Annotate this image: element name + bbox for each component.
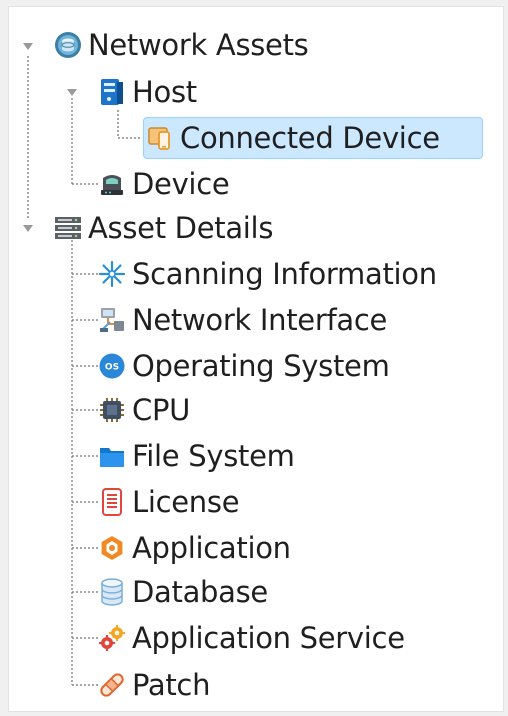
folder-icon (98, 442, 126, 470)
tree-node-network-interface[interactable]: Network Interface (98, 300, 387, 340)
application-gear-icon (98, 534, 126, 562)
os-icon: OS (98, 352, 126, 380)
tree-node-database[interactable]: Database (98, 572, 268, 612)
tree-node-label: Network Assets (88, 28, 309, 62)
license-document-icon (98, 488, 126, 516)
tree-node-label: Scanning Information (132, 257, 437, 291)
tree-node-label: Operating System (132, 349, 390, 383)
patch-bandage-icon (98, 671, 126, 699)
tree-node-label: Application (132, 531, 291, 565)
tree-node-label: File System (132, 439, 295, 473)
tree-node-label: Connected Device (180, 121, 440, 155)
svg-text:OS: OS (105, 363, 119, 373)
tree-node-license[interactable]: License (98, 482, 240, 522)
server-rack-icon (54, 214, 82, 242)
tree-node-label: Database (132, 575, 268, 609)
database-icon (98, 578, 126, 606)
scan-star-icon (98, 260, 126, 288)
tree-node-device[interactable]: Device (98, 164, 230, 204)
tree-node-application[interactable]: Application (98, 528, 291, 568)
tree-node-patch[interactable]: Patch (98, 665, 210, 705)
service-gears-icon (98, 624, 126, 652)
tree-node-host[interactable]: Host (98, 72, 197, 112)
expand-asset-details-toggle[interactable] (20, 220, 36, 236)
server-icon (98, 78, 126, 106)
network-interface-icon (98, 306, 126, 334)
tree-node-connected-device[interactable]: Connected Device (143, 117, 483, 159)
devices-icon (146, 124, 174, 152)
tree-node-application-service[interactable]: Application Service (98, 618, 405, 658)
tree-node-asset-details[interactable]: Asset Details (54, 208, 273, 248)
chevron-down-icon (23, 225, 33, 232)
database-globe-icon (54, 31, 82, 59)
expand-host-toggle[interactable] (64, 84, 80, 100)
tree-node-network-assets[interactable]: Network Assets (54, 25, 309, 65)
tree-node-label: Host (132, 75, 197, 109)
tree-node-label: Network Interface (132, 303, 388, 337)
tree-node-scanning-information[interactable]: Scanning Information (98, 254, 437, 294)
tree-node-label: CPU (132, 393, 191, 427)
chevron-down-icon (23, 43, 33, 50)
chevron-down-icon (67, 89, 77, 96)
tree-node-file-system[interactable]: File System (98, 436, 295, 476)
tree-node-label: Device (132, 167, 230, 201)
tree-node-cpu[interactable]: CPU (98, 390, 190, 430)
cpu-chip-icon (98, 396, 126, 424)
tree-node-operating-system[interactable]: OS Operating System (98, 346, 390, 386)
router-icon (98, 170, 126, 198)
expand-network-assets-toggle[interactable] (20, 38, 36, 54)
tree-node-label: Application Service (132, 621, 405, 655)
tree-node-label: License (132, 485, 240, 519)
tree-node-label: Patch (132, 668, 211, 702)
tree-node-label: Asset Details (88, 211, 274, 245)
